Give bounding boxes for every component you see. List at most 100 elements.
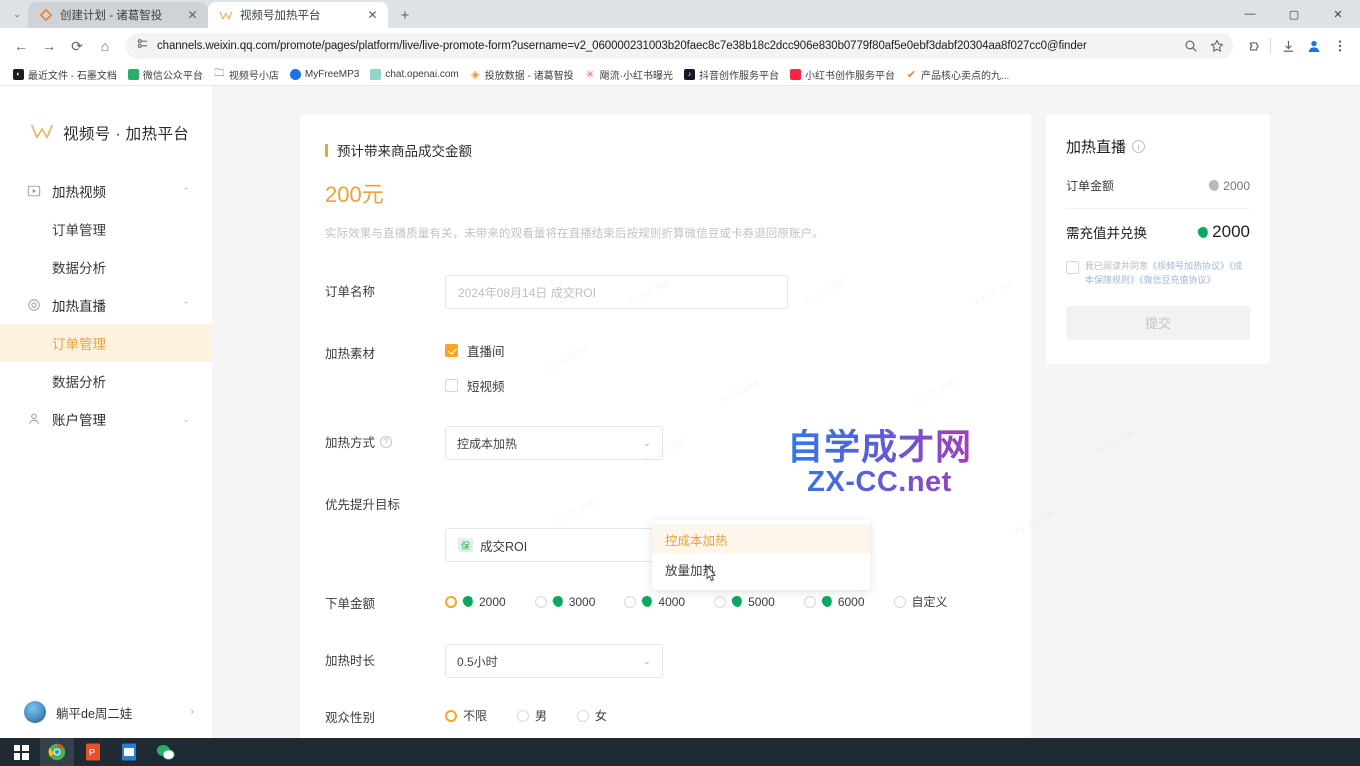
radio-label: 不限 — [463, 707, 487, 724]
sidebar-item-video-analytics[interactable]: 数据分析 — [0, 248, 212, 286]
zoom-icon[interactable] — [1179, 34, 1203, 58]
radio-amount-6000[interactable]: 6000 — [804, 595, 865, 609]
agreement-checkbox-icon[interactable] — [1066, 261, 1079, 274]
wechat-icon[interactable] — [148, 738, 182, 766]
close-icon[interactable]: ✕ — [365, 8, 380, 23]
sidebar-group-heat-video[interactable]: 加热视频 ⌃ — [0, 172, 212, 210]
recharge-value-group: 2000 — [1198, 222, 1250, 242]
pdf-icon[interactable]: P — [76, 738, 110, 766]
radio-icon[interactable] — [577, 710, 589, 722]
agreement-link-bean[interactable]: 《微信豆充值协议》 — [1139, 275, 1216, 285]
browser-tab-1[interactable]: 创建计划 - 诸葛智投 ✕ — [28, 2, 208, 28]
heat-mode-dropdown[interactable]: 控成本加热 放量加热 — [652, 520, 870, 590]
profile-icon[interactable] — [1302, 34, 1326, 58]
agreement-link-heat[interactable]: 《视频号加热协议》 — [1148, 261, 1229, 271]
checkbox-icon[interactable] — [445, 344, 458, 357]
radio-amount-custom[interactable]: 自定义 — [894, 593, 948, 610]
window-controls: — ▢ ✕ — [1228, 0, 1360, 28]
bookmark-favicon: ◐ — [13, 69, 24, 80]
agreement-row[interactable]: 我已阅读并同意《视频号加热协议》《成本保障规则》《微信豆充值协议》 — [1066, 260, 1250, 288]
help-icon[interactable]: ? — [380, 436, 392, 448]
checkbox-short-video[interactable]: 短视频 — [445, 372, 1031, 398]
chrome-icon[interactable] — [40, 738, 74, 766]
radio-icon[interactable] — [894, 596, 906, 608]
order-name-input[interactable]: 2024年08月14日 成交ROI — [445, 275, 788, 309]
bookmark-item[interactable]: ✳飓流·小红书曝光 — [580, 65, 678, 84]
brand-title: 视频号 · 加热平台 — [63, 122, 189, 144]
chevron-down-icon[interactable]: ⌄ — [643, 656, 651, 667]
url-text: channels.weixin.qq.com/promote/pages/pla… — [157, 40, 1087, 52]
heat-mode-select[interactable]: 控成本加热 ⌄ — [445, 426, 663, 460]
forward-icon[interactable]: → — [36, 33, 62, 59]
recharge-value: 2000 — [1212, 222, 1250, 242]
minimize-button[interactable]: — — [1228, 0, 1272, 28]
word-icon[interactable] — [112, 738, 146, 766]
bookmark-item[interactable]: ✔产品核心卖点的九... — [901, 65, 1014, 84]
chevron-down-icon[interactable]: ⌄ — [182, 414, 190, 425]
radio-icon[interactable] — [517, 710, 529, 722]
bookmark-item[interactable]: chat.openai.com — [365, 67, 463, 82]
browser-window: ⌄ 创建计划 - 诸葛智投 ✕ 视频号加热平台 ✕ + — ▢ ✕ ← → ⟳ … — [0, 0, 1360, 738]
chevron-up-icon[interactable]: ⌃ — [182, 300, 190, 311]
form-hint: 实际效果与直播质量有关，未带来的观看量将在直播结束后按规则折算微信豆或卡券退回原… — [300, 225, 1031, 241]
bookmark-item[interactable]: MyFreeMP3 — [285, 67, 364, 82]
submit-button[interactable]: 提交 — [1066, 306, 1250, 340]
bookmark-item[interactable]: ◈投放数据 - 诸葛智投 — [465, 65, 579, 84]
sidebar-item-video-orders[interactable]: 订单管理 — [0, 210, 212, 248]
bookmark-item[interactable]: 微信公众平台 — [123, 65, 208, 84]
dropdown-option-volume[interactable]: 放量加热 — [652, 554, 870, 584]
radio-icon[interactable] — [804, 596, 816, 608]
radio-gender-male[interactable]: 男 — [517, 707, 547, 724]
duration-select[interactable]: 0.5小时 ⌄ — [445, 644, 663, 678]
radio-icon[interactable] — [445, 710, 457, 722]
sidebar-group-heat-live[interactable]: 加热直播 ⌃ — [0, 286, 212, 324]
toolbar-divider — [1270, 38, 1271, 54]
maximize-button[interactable]: ▢ — [1272, 0, 1316, 28]
chevron-right-icon[interactable]: › — [190, 706, 194, 718]
download-icon[interactable] — [1276, 34, 1300, 58]
bookmark-label: 飓流·小红书曝光 — [600, 67, 673, 82]
heat-mode-value: 控成本加热 — [457, 435, 517, 452]
bookmark-label: 抖音创作服务平台 — [699, 67, 779, 82]
checkbox-icon[interactable] — [445, 379, 458, 392]
dropdown-option-cost-control[interactable]: 控成本加热 — [652, 524, 870, 554]
info-icon[interactable]: i — [1132, 140, 1145, 153]
field-body: 2024年08月14日 成交ROI — [445, 275, 1031, 309]
sidebar-group-account[interactable]: 账户管理 ⌄ — [0, 400, 212, 438]
home-icon[interactable]: ⌂ — [92, 33, 118, 59]
close-window-button[interactable]: ✕ — [1316, 0, 1360, 28]
radio-gender-female[interactable]: 女 — [577, 707, 607, 724]
new-tab-button[interactable]: + — [392, 2, 418, 28]
radio-icon[interactable] — [535, 596, 547, 608]
bookmark-item[interactable]: 小红书创作服务平台 — [785, 65, 900, 84]
back-icon[interactable]: ← — [8, 33, 34, 59]
radio-icon[interactable] — [445, 596, 457, 608]
reload-icon[interactable]: ⟳ — [64, 33, 90, 59]
sidebar-item-live-analytics[interactable]: 数据分析 — [0, 362, 212, 400]
sidebar-item-live-orders[interactable]: 订单管理 — [0, 324, 212, 362]
bookmark-favicon — [370, 69, 381, 80]
radio-amount-4000[interactable]: 4000 — [624, 595, 685, 609]
extensions-icon[interactable] — [1241, 34, 1265, 58]
browser-tab-2[interactable]: 视频号加热平台 ✕ — [208, 2, 388, 28]
bookmark-item[interactable]: ◐最近文件 - 石墨文档 — [8, 65, 122, 84]
radio-amount-2000[interactable]: 2000 — [445, 595, 506, 609]
radio-gender-any[interactable]: 不限 — [445, 707, 487, 724]
bookmark-star-icon[interactable] — [1205, 34, 1229, 58]
chevron-down-icon[interactable]: ⌄ — [643, 438, 651, 449]
radio-icon[interactable] — [714, 596, 726, 608]
checkbox-live-room[interactable]: 直播间 — [445, 337, 1031, 363]
tab-search-icon[interactable]: ⌄ — [6, 1, 28, 27]
menu-icon[interactable] — [1328, 34, 1352, 58]
site-settings-icon[interactable] — [136, 37, 149, 55]
bookmark-item[interactable]: 🗀视频号小店 — [209, 65, 284, 84]
chevron-up-icon[interactable]: ⌃ — [182, 186, 190, 197]
sidebar-user[interactable]: 躺平de周二娃 › — [0, 686, 212, 738]
close-icon[interactable]: ✕ — [185, 8, 200, 23]
radio-amount-3000[interactable]: 3000 — [535, 595, 596, 609]
radio-icon[interactable] — [624, 596, 636, 608]
address-bar[interactable]: channels.weixin.qq.com/promote/pages/pla… — [126, 33, 1233, 59]
bookmark-item[interactable]: ♪抖音创作服务平台 — [679, 65, 784, 84]
radio-amount-5000[interactable]: 5000 — [714, 595, 775, 609]
windows-start-icon[interactable] — [4, 738, 38, 766]
